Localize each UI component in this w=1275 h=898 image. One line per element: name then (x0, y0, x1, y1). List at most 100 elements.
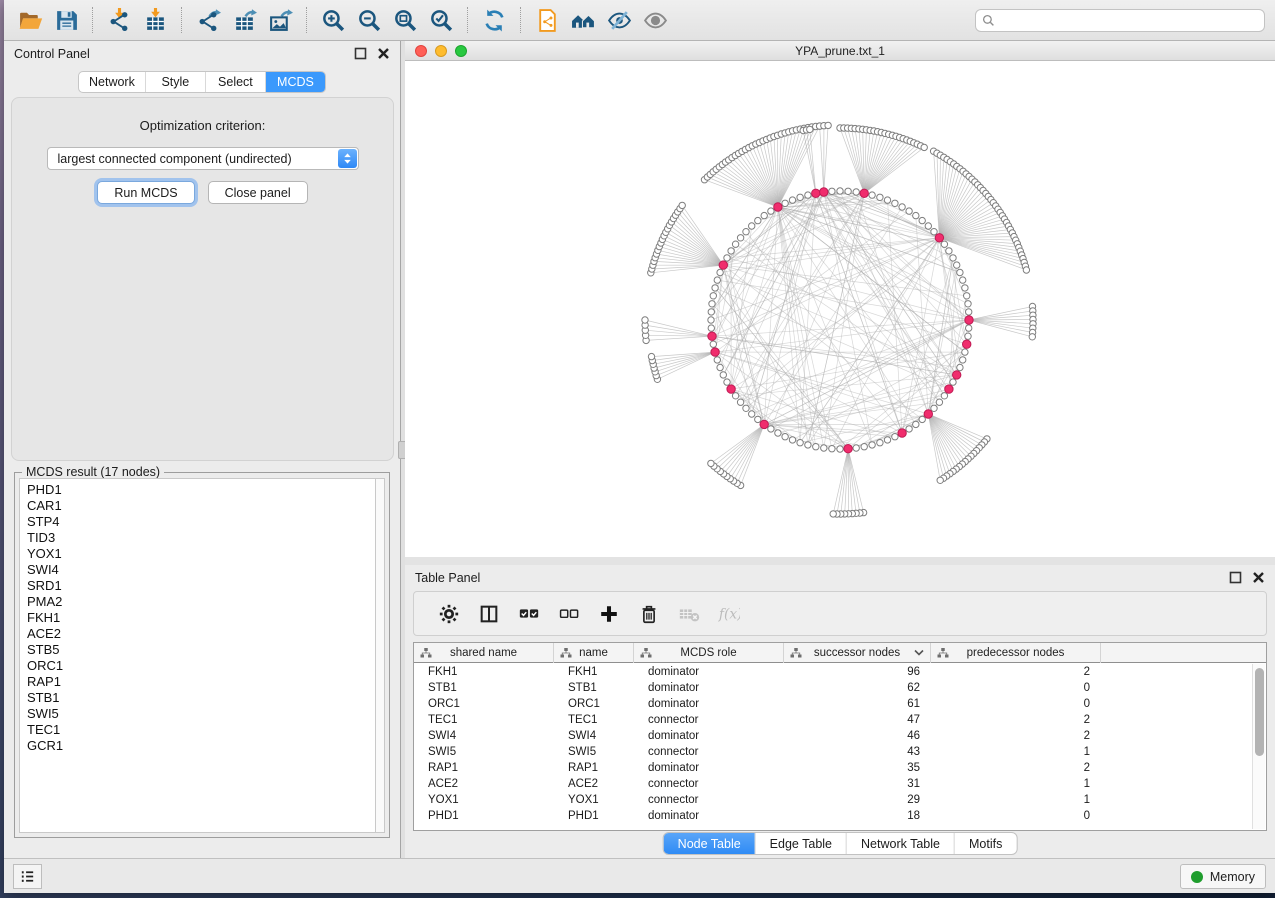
table-row[interactable]: RAP1RAP1dominator352 (414, 760, 1252, 776)
table-row[interactable]: ORC1ORC1dominator610 (414, 696, 1252, 712)
import-network-icon[interactable] (104, 5, 134, 35)
network-node[interactable] (941, 393, 947, 399)
network-node[interactable] (789, 437, 795, 443)
network-node[interactable] (743, 229, 749, 235)
network-node[interactable] (960, 277, 966, 283)
network-node[interactable] (755, 217, 761, 223)
network-node[interactable] (913, 212, 919, 218)
zoom-in-icon[interactable] (318, 5, 348, 35)
network-node[interactable] (899, 204, 905, 210)
network-node[interactable] (805, 442, 811, 448)
network-node[interactable] (737, 235, 743, 241)
network-mcds-node[interactable] (727, 385, 735, 393)
network-node[interactable] (869, 192, 875, 198)
table-row[interactable]: STB1STB1dominator620 (414, 680, 1252, 696)
network-node[interactable] (1023, 267, 1029, 273)
network-node[interactable] (845, 188, 851, 194)
mcds-result-item[interactable]: TEC1 (27, 722, 375, 738)
network-node[interactable] (805, 192, 811, 198)
network-mcds-node[interactable] (965, 316, 973, 324)
open-file-icon[interactable] (15, 5, 45, 35)
mcds-result-scrollbar[interactable] (376, 478, 385, 833)
network-node[interactable] (648, 353, 654, 359)
network-node[interactable] (768, 426, 774, 432)
network-node[interactable] (775, 430, 781, 436)
network-mcds-node[interactable] (963, 340, 971, 348)
network-node[interactable] (921, 144, 927, 150)
network-node[interactable] (965, 301, 971, 307)
mcds-result-item[interactable]: RAP1 (27, 674, 375, 690)
network-node[interactable] (789, 197, 795, 203)
column-header-successor-nodes[interactable]: successor nodes (784, 643, 931, 663)
tab-network-table[interactable]: Network Table (847, 833, 955, 854)
hide-selected-icon[interactable] (604, 5, 634, 35)
tab-edge-table[interactable]: Edge Table (756, 833, 847, 854)
network-node[interactable] (708, 325, 714, 331)
network-node[interactable] (837, 188, 843, 194)
network-node[interactable] (710, 293, 716, 299)
table-row[interactable]: TEC1TEC1connector472 (414, 712, 1252, 728)
run-mcds-button[interactable]: Run MCDS (97, 181, 194, 204)
search-input[interactable] (1000, 13, 1258, 29)
delete-column-icon[interactable] (632, 599, 666, 629)
network-node[interactable] (869, 442, 875, 448)
network-node[interactable] (941, 241, 947, 247)
network-node[interactable] (853, 189, 859, 195)
network-overview-icon[interactable] (568, 5, 598, 35)
network-canvas[interactable] (405, 61, 1275, 557)
horizontal-splitter[interactable] (405, 557, 1275, 565)
network-node[interactable] (877, 440, 883, 446)
mcds-result-item[interactable]: STB1 (27, 690, 375, 706)
network-node[interactable] (964, 293, 970, 299)
window-minimize-icon[interactable] (435, 45, 447, 57)
network-node[interactable] (892, 434, 898, 440)
network-mcds-node[interactable] (820, 188, 828, 196)
column-header-MCDS-role[interactable]: MCDS role (634, 643, 784, 663)
network-node[interactable] (919, 217, 925, 223)
network-node[interactable] (829, 446, 835, 452)
network-node[interactable] (957, 269, 963, 275)
network-node[interactable] (884, 437, 890, 443)
network-node[interactable] (782, 200, 788, 206)
network-node[interactable] (710, 341, 716, 347)
network-mcds-node[interactable] (774, 203, 782, 211)
network-node[interactable] (957, 364, 963, 370)
table-row[interactable]: SWI5SWI5connector431 (414, 744, 1252, 760)
table-row[interactable]: FKH1FKH1dominator962 (414, 664, 1252, 680)
network-node[interactable] (1029, 334, 1035, 340)
network-node[interactable] (679, 202, 685, 208)
table-row[interactable]: SWI4SWI4dominator462 (414, 728, 1252, 744)
tab-mcds[interactable]: MCDS (266, 72, 325, 92)
network-node[interactable] (937, 477, 943, 483)
mcds-result-item[interactable]: ORC1 (27, 658, 375, 674)
mcds-result-item[interactable]: ACE2 (27, 626, 375, 642)
network-node[interactable] (755, 416, 761, 422)
network-node[interactable] (813, 444, 819, 450)
network-node[interactable] (936, 399, 942, 405)
network-node[interactable] (966, 309, 972, 315)
network-node[interactable] (931, 405, 937, 411)
float-panel-icon[interactable] (354, 47, 367, 60)
import-table-icon[interactable] (140, 5, 170, 35)
network-node[interactable] (797, 194, 803, 200)
network-mcds-node[interactable] (812, 189, 820, 197)
network-node[interactable] (837, 446, 843, 452)
search-box[interactable] (975, 9, 1265, 32)
zoom-selected-icon[interactable] (426, 5, 456, 35)
mcds-result-list[interactable]: PHD1CAR1STP4TID3YOX1SWI4SRD1PMA2FKH1ACE2… (19, 478, 376, 833)
criterion-dropdown[interactable]: largest connected component (undirected) (47, 147, 359, 170)
select-all-icon[interactable] (512, 599, 546, 629)
column-header-name[interactable]: name (554, 643, 634, 663)
network-node[interactable] (782, 434, 788, 440)
network-mcds-node[interactable] (844, 445, 852, 453)
tab-motifs[interactable]: Motifs (955, 833, 1016, 854)
network-node[interactable] (724, 379, 730, 385)
mcds-result-item[interactable]: TID3 (27, 530, 375, 546)
show-all-icon[interactable] (640, 5, 670, 35)
network-node[interactable] (749, 223, 755, 229)
network-node[interactable] (913, 421, 919, 427)
mcds-result-item[interactable]: YOX1 (27, 546, 375, 562)
mcds-result-item[interactable]: STP4 (27, 514, 375, 530)
network-node[interactable] (732, 393, 738, 399)
network-node[interactable] (717, 269, 723, 275)
